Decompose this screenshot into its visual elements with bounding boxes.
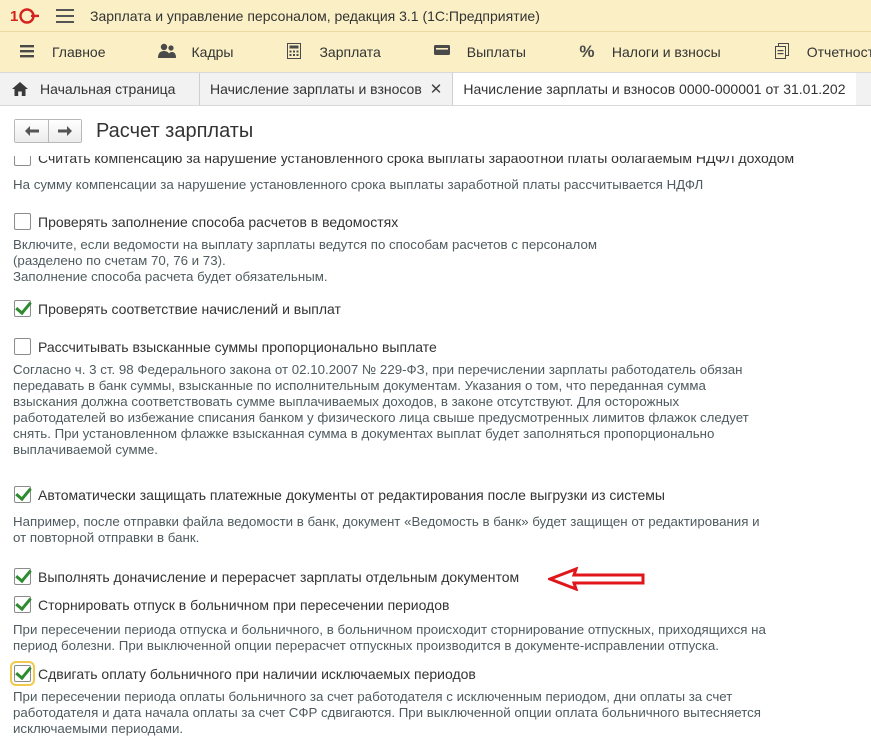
option-reverse-vacation[interactable]: Сторнировать отпуск в больничном при пер… [14, 596, 449, 613]
page-title: Расчет зарплаты [96, 119, 254, 142]
section-hr[interactable]: Кадры [140, 32, 268, 72]
option-label: Сторнировать отпуск в больничном при пер… [38, 596, 450, 613]
tab-label: Начисление зарплаты и взносов [210, 81, 422, 97]
option-check-accruals[interactable]: Проверять соответствие начислений и выпл… [14, 300, 341, 317]
form-header: Расчет зарплаты [0, 106, 871, 156]
forward-arrow-icon[interactable] [48, 120, 81, 142]
section-payments[interactable]: Выплаты [415, 32, 560, 72]
option-hint: При пересечении периода отпуска и больни… [13, 622, 766, 653]
checkbox[interactable] [14, 568, 31, 585]
section-taxes[interactable]: % Налоги и взносы [560, 32, 755, 72]
section-label: Кадры [191, 44, 234, 60]
checkbox[interactable] [10, 661, 35, 686]
window-tabs: Начальная страница Начисление зарплаты и… [0, 72, 871, 106]
people-icon [157, 43, 176, 61]
section-label: Выплаты [466, 44, 526, 60]
tab-label: Начальная страница [40, 81, 176, 97]
option-label: Считать компенсацию за нарушение установ… [38, 156, 795, 166]
section-label: Зарплата [319, 44, 381, 60]
menu-list-icon [18, 43, 36, 61]
option-label: Рассчитывать взысканные суммы пропорцион… [38, 338, 437, 355]
wallet-icon [433, 43, 451, 61]
annotation-arrow-icon [548, 567, 645, 591]
option-hint: Например, после отправки файла ведомости… [13, 514, 760, 545]
checkbox[interactable] [14, 338, 31, 355]
option-shift-sick-pay[interactable]: Сдвигать оплату больничного при наличии … [10, 661, 476, 686]
checkbox[interactable] [14, 156, 31, 166]
checkbox[interactable] [14, 300, 31, 317]
home-icon [12, 82, 28, 96]
checkbox[interactable] [14, 596, 31, 613]
checkbox[interactable] [14, 486, 31, 503]
checkbox[interactable] [14, 213, 31, 230]
close-icon[interactable]: ✕ [430, 80, 443, 98]
main-menu-icon[interactable] [56, 8, 74, 23]
section-main[interactable]: Главное [0, 32, 140, 72]
section-salary[interactable]: Зарплата [267, 32, 414, 72]
option-separate-recalc[interactable]: Выполнять доначисление и перерасчет зарп… [14, 568, 519, 585]
option-check-payment-method[interactable]: Проверять заполнение способа расчетов в … [14, 213, 398, 230]
option-calc-proportional[interactable]: Рассчитывать взысканные суммы пропорцион… [14, 338, 437, 355]
nav-buttons [14, 119, 82, 143]
option-protect-payments[interactable]: Автоматически защищать платежные докумен… [14, 486, 665, 503]
option-label: Автоматически защищать платежные докумен… [38, 486, 665, 503]
section-label: Налоги и взносы [611, 44, 721, 60]
option-hint: На сумму компенсации за нарушение устано… [13, 177, 704, 192]
tab-payroll-document[interactable]: Начисление зарплаты и взносов 0000-00000… [453, 73, 856, 105]
svg-text:1: 1 [10, 8, 18, 25]
tab-home[interactable]: Начальная страница [0, 73, 200, 105]
option-hint: При пересечении периода оплаты больнично… [13, 689, 761, 736]
option-label: Сдвигать оплату больничного при наличии … [38, 665, 476, 682]
settings-content: Считать компенсацию за нарушение установ… [0, 156, 871, 741]
section-label: Отчетность, справ [806, 44, 871, 60]
option-label: Выполнять доначисление и перерасчет зарп… [38, 568, 520, 585]
1c-logo[interactable]: 1 [10, 6, 40, 26]
option-hint: Включите, если ведомости на выплату зарп… [13, 237, 597, 284]
app-title: Зарплата и управление персоналом, редакц… [90, 7, 540, 24]
option-hint: Согласно ч. 3 ст. 98 Федерального закона… [13, 362, 749, 457]
tab-label: Начисление зарплаты и взносов 0000-00000… [463, 81, 846, 97]
section-reports[interactable]: Отчетность, справ [755, 32, 871, 72]
cut-off-option: Считать компенсацию за нарушение установ… [14, 156, 834, 166]
calculator-icon [285, 43, 303, 61]
option-label: Проверять соответствие начислений и выпл… [38, 300, 341, 317]
option-label: Проверять заполнение способа расчетов в … [38, 213, 399, 230]
tab-payroll-list[interactable]: Начисление зарплаты и взносов ✕ [200, 73, 454, 105]
percent-icon: % [579, 42, 595, 61]
sections-panel: Главное Кадры Зарплата Выплаты % Налоги … [0, 31, 871, 72]
reports-icon [773, 43, 791, 61]
back-arrow-icon[interactable] [15, 120, 48, 142]
section-label: Главное [52, 44, 106, 60]
option-ndfl-compensation[interactable]: Считать компенсацию за нарушение установ… [14, 156, 794, 166]
title-bar: 1 Зарплата и управление персоналом, реда… [0, 0, 871, 31]
